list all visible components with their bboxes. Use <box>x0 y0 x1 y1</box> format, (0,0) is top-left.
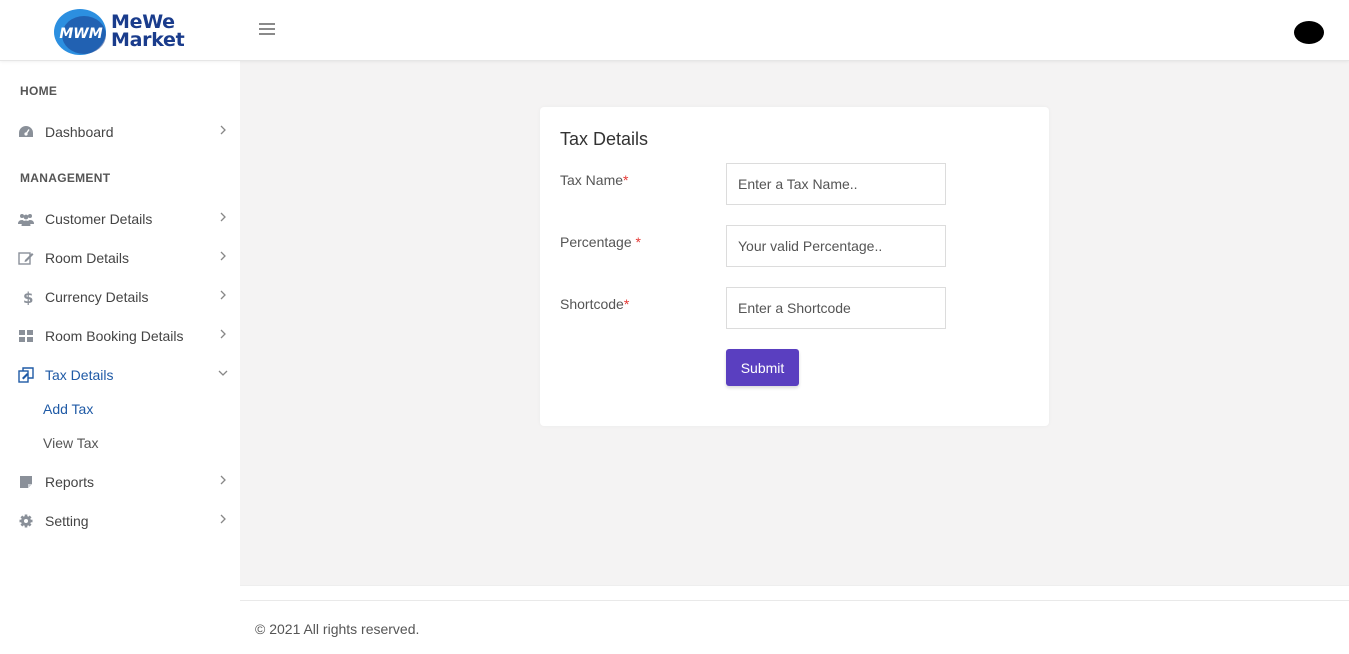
tax-name-input[interactable] <box>726 163 946 205</box>
brand-name-line2: Market <box>111 29 185 51</box>
card-title: Tax Details <box>560 129 649 149</box>
dashboard-gauge-icon <box>19 126 33 137</box>
chevron-right-icon <box>220 212 226 222</box>
sidebar-item-label: Tax Details <box>45 367 114 383</box>
top-bar: MWM MeWe Market <box>0 0 1349 61</box>
svg-text:$: $ <box>23 289 33 305</box>
sidebar-item-customer-details[interactable]: Customer Details <box>0 204 240 234</box>
sidebar-item-label: Reports <box>45 474 95 490</box>
sidebar-item-label: Currency Details <box>45 289 149 305</box>
sidebar-subitem-add-tax[interactable]: Add Tax <box>43 401 93 417</box>
tax-details-card: Tax Details Tax Name* Percentage * Short… <box>540 107 1049 426</box>
chevron-right-icon <box>220 514 226 524</box>
chevron-right-icon <box>220 125 226 135</box>
percentage-input[interactable] <box>726 225 946 267</box>
tax-name-label: Tax Name* <box>560 172 629 188</box>
footer-divider <box>240 600 1349 601</box>
sidebar-item-room-details[interactable]: Room Details <box>0 243 240 273</box>
footer: © 2021 All rights reserved. <box>240 585 1349 654</box>
users-icon <box>18 214 34 226</box>
chevron-down-icon <box>218 370 228 376</box>
logo-mark-text: MWM <box>59 26 102 42</box>
section-title-home: HOME <box>20 84 58 98</box>
chevron-right-icon <box>220 251 226 261</box>
chevron-right-icon <box>220 329 226 339</box>
sidebar-item-label: Room Details <box>45 250 130 266</box>
chevron-right-icon <box>220 475 226 485</box>
grid-icon <box>19 330 33 342</box>
sidebar-item-label: Customer Details <box>45 211 153 227</box>
submit-button[interactable]: Submit <box>726 349 799 386</box>
chevron-right-icon <box>220 290 226 300</box>
brand-name: MeWe Market <box>111 13 185 51</box>
sidebar: HOME Dashboard MANAGEMENT Customer Detai… <box>0 61 240 654</box>
edit-icon <box>18 252 34 265</box>
brand-logo[interactable]: MWM MeWe Market <box>54 7 194 57</box>
gear-icon <box>19 514 33 528</box>
required-mark: * <box>623 296 630 312</box>
sidebar-item-setting[interactable]: Setting <box>0 506 240 536</box>
user-avatar[interactable] <box>1294 21 1324 44</box>
logo-mark-icon: MWM <box>54 9 106 55</box>
shortcode-input[interactable] <box>726 287 946 329</box>
copyright-text: © 2021 All rights reserved. <box>255 621 420 637</box>
sidebar-item-reports[interactable]: Reports <box>0 467 240 497</box>
sidebar-item-currency-details[interactable]: $ Currency Details <box>0 282 240 312</box>
sidebar-item-dashboard[interactable]: Dashboard <box>0 117 240 147</box>
dollar-icon: $ <box>23 289 33 305</box>
note-icon <box>20 476 32 488</box>
sidebar-item-tax-details[interactable]: Tax Details <box>0 360 240 390</box>
section-title-management: MANAGEMENT <box>20 171 111 185</box>
shortcode-label: Shortcode* <box>560 296 630 312</box>
required-mark: * <box>623 172 629 188</box>
sidebar-subitem-view-tax[interactable]: View Tax <box>43 435 99 451</box>
sidebar-item-label: Dashboard <box>45 124 114 140</box>
sidebar-item-label: Setting <box>45 513 89 529</box>
required-mark: * <box>635 234 641 250</box>
sidebar-item-room-booking-details[interactable]: Room Booking Details <box>0 321 240 351</box>
menu-toggle-icon[interactable] <box>259 23 275 37</box>
sidebar-item-label: Room Booking Details <box>45 328 184 344</box>
percentage-label: Percentage * <box>560 234 641 250</box>
copy-edit-icon <box>18 367 34 383</box>
